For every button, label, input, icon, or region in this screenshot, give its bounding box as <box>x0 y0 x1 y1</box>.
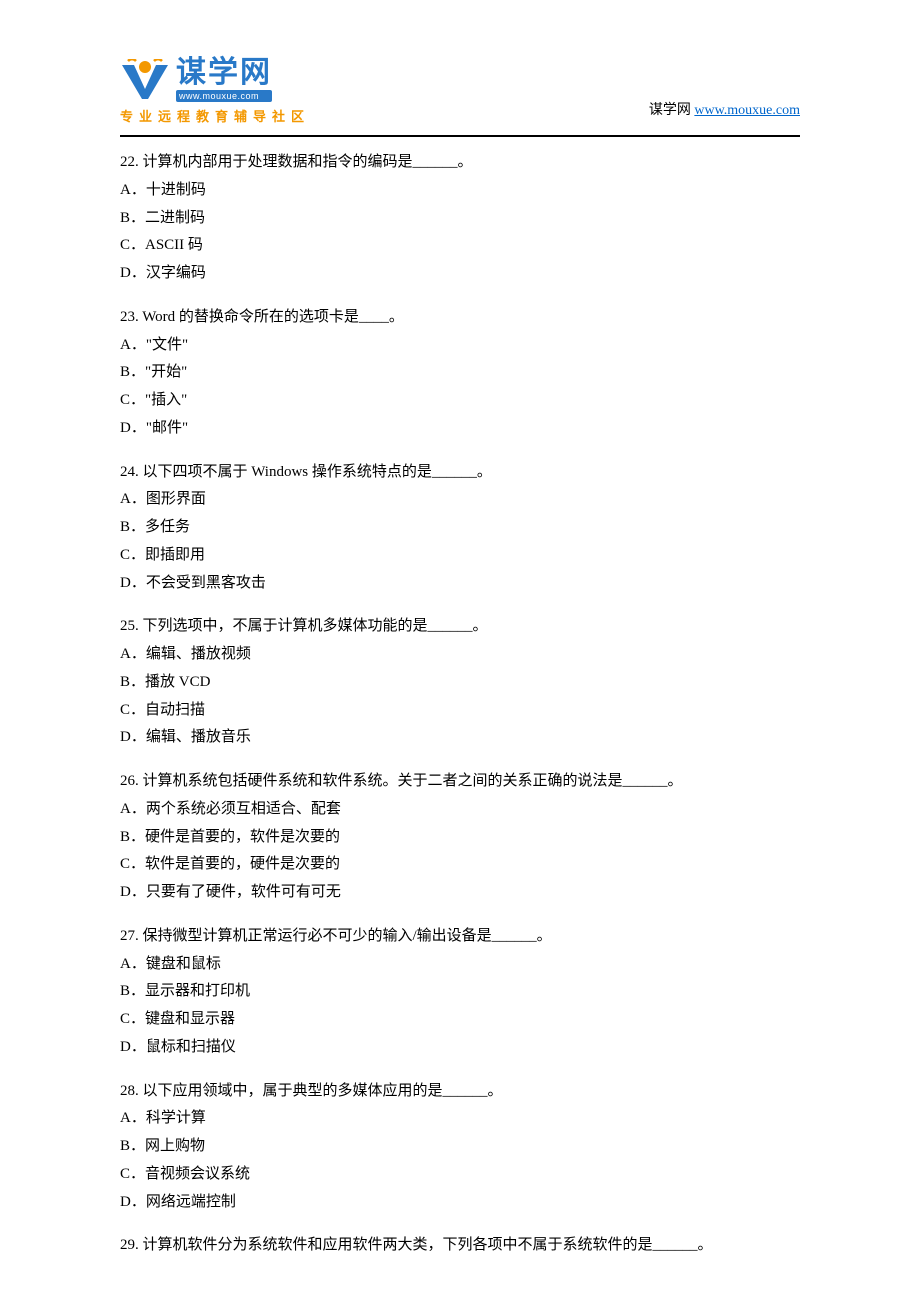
page-header: 谋学网 www.mouxue.com 专业远程教育辅导社区 谋学网 www.mo… <box>0 0 920 131</box>
option-a: A．键盘和鼠标 <box>120 951 800 979</box>
option-b: B．播放 VCD <box>120 669 800 697</box>
question-text: 28. 以下应用领域中，属于典型的多媒体应用的是______。 <box>120 1078 800 1106</box>
option-d: D．鼠标和扫描仪 <box>120 1034 800 1062</box>
option-c: C．键盘和显示器 <box>120 1006 800 1034</box>
option-b: B．多任务 <box>120 514 800 542</box>
option-d: D．汉字编码 <box>120 260 800 288</box>
option-d: D．"邮件" <box>120 415 800 443</box>
question-text: 24. 以下四项不属于 Windows 操作系统特点的是______。 <box>120 459 800 487</box>
option-b: B．二进制码 <box>120 205 800 233</box>
option-d: D．网络远端控制 <box>120 1189 800 1217</box>
question-text: 25. 下列选项中，不属于计算机多媒体功能的是______。 <box>120 613 800 641</box>
option-a: A．科学计算 <box>120 1105 800 1133</box>
site-label: 谋学网 <box>649 103 695 118</box>
option-b: B．网上购物 <box>120 1133 800 1161</box>
option-d: D．只要有了硬件，软件可有可无 <box>120 879 800 907</box>
option-b: B．硬件是首要的，软件是次要的 <box>120 824 800 852</box>
question-25: 25. 下列选项中，不属于计算机多媒体功能的是______。 A．编辑、播放视频… <box>120 613 800 752</box>
question-28: 28. 以下应用领域中，属于典型的多媒体应用的是______。 A．科学计算 B… <box>120 1078 800 1217</box>
option-a: A．图形界面 <box>120 486 800 514</box>
question-text: 22. 计算机内部用于处理数据和指令的编码是______。 <box>120 149 800 177</box>
logo-sub-text: www.mouxue.com <box>176 90 272 102</box>
option-c: C．音视频会议系统 <box>120 1161 800 1189</box>
site-logo: 谋学网 www.mouxue.com 专业远程教育辅导社区 <box>120 58 310 125</box>
option-c: C．自动扫描 <box>120 697 800 725</box>
question-text: 29. 计算机软件分为系统软件和应用软件两大类，下列各项中不属于系统软件的是__… <box>120 1232 800 1260</box>
option-d: D．不会受到黑客攻击 <box>120 570 800 598</box>
option-b: B．显示器和打印机 <box>120 978 800 1006</box>
logo-main-text: 谋学网 <box>176 58 272 88</box>
site-url-link[interactable]: www.mouxue.com <box>694 103 800 118</box>
option-c: C．即插即用 <box>120 542 800 570</box>
option-c: C．软件是首要的，硬件是次要的 <box>120 851 800 879</box>
question-24: 24. 以下四项不属于 Windows 操作系统特点的是______。 A．图形… <box>120 459 800 598</box>
question-27: 27. 保持微型计算机正常运行必不可少的输入/输出设备是______。 A．键盘… <box>120 923 800 1062</box>
question-22: 22. 计算机内部用于处理数据和指令的编码是______。 A．十进制码 B．二… <box>120 149 800 288</box>
question-text: 27. 保持微型计算机正常运行必不可少的输入/输出设备是______。 <box>120 923 800 951</box>
question-23: 23. Word 的替换命令所在的选项卡是____。 A．"文件" B．"开始"… <box>120 304 800 443</box>
document-content: 22. 计算机内部用于处理数据和指令的编码是______。 A．十进制码 B．二… <box>0 137 920 1260</box>
option-a: A．十进制码 <box>120 177 800 205</box>
option-b: B．"开始" <box>120 359 800 387</box>
question-text: 23. Word 的替换命令所在的选项卡是____。 <box>120 304 800 332</box>
option-a: A．"文件" <box>120 332 800 360</box>
option-c: C．ASCII 码 <box>120 232 800 260</box>
option-a: A．编辑、播放视频 <box>120 641 800 669</box>
header-site-link: 谋学网 www.mouxue.com <box>649 99 800 125</box>
question-text: 26. 计算机系统包括硬件系统和软件系统。关于二者之间的关系正确的说法是____… <box>120 768 800 796</box>
question-29: 29. 计算机软件分为系统软件和应用软件两大类，下列各项中不属于系统软件的是__… <box>120 1232 800 1260</box>
question-26: 26. 计算机系统包括硬件系统和软件系统。关于二者之间的关系正确的说法是____… <box>120 768 800 907</box>
option-c: C．"插入" <box>120 387 800 415</box>
logo-tagline: 专业远程教育辅导社区 <box>120 106 310 125</box>
logo-top-row: 谋学网 www.mouxue.com <box>120 58 272 102</box>
option-a: A．两个系统必须互相适合、配套 <box>120 796 800 824</box>
option-d: D．编辑、播放音乐 <box>120 724 800 752</box>
logo-icon <box>120 59 170 102</box>
logo-text-block: 谋学网 www.mouxue.com <box>176 58 272 102</box>
